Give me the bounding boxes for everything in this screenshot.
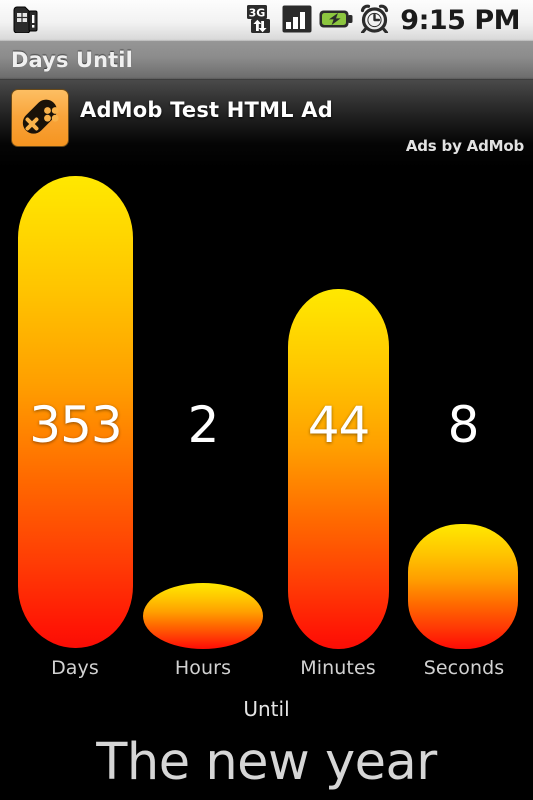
countdown-label-seconds: Seconds <box>423 657 505 679</box>
sim-card-alert-icon <box>12 5 38 37</box>
countdown-label-minutes: Minutes <box>300 657 376 679</box>
alarm-clock-icon <box>360 4 389 37</box>
countdown-bar-minutes <box>288 289 389 649</box>
page-title: Days Until <box>11 48 133 72</box>
svg-text:3G: 3G <box>249 6 266 19</box>
event-name: The new year <box>96 733 437 792</box>
status-bar-clock: 9:15 PM <box>400 5 520 36</box>
game-controller-icon <box>11 89 69 147</box>
ad-attribution-label: Ads by AdMob <box>405 137 524 155</box>
ad-headline-text[interactable]: AdMob Test HTML Ad <box>80 98 333 122</box>
countdown-value-hours: 2 <box>187 396 220 454</box>
android-app-screen: 3G 9:15 PM Days Until AdMob Test HTML Ad… <box>0 0 533 800</box>
until-label: Until <box>243 697 290 721</box>
countdown-value-seconds: 8 <box>447 396 480 454</box>
status-bar-notifications <box>0 5 246 37</box>
countdown-label-hours: Hours <box>174 657 232 679</box>
app-title-bar: Days Until <box>0 41 533 80</box>
countdown-value-minutes: 44 <box>307 396 371 454</box>
status-bar-system-icons: 3G 9:15 PM <box>246 4 533 38</box>
network-3g-icon: 3G <box>246 4 275 38</box>
countdown-bar-hours <box>143 583 263 649</box>
signal-strength-icon <box>282 5 312 37</box>
status-bar: 3G 9:15 PM <box>0 0 533 41</box>
countdown-value-days: 353 <box>29 396 122 454</box>
countdown-label-days: Days <box>51 657 99 679</box>
countdown-bar-seconds <box>408 524 518 649</box>
battery-charging-icon <box>319 7 353 35</box>
